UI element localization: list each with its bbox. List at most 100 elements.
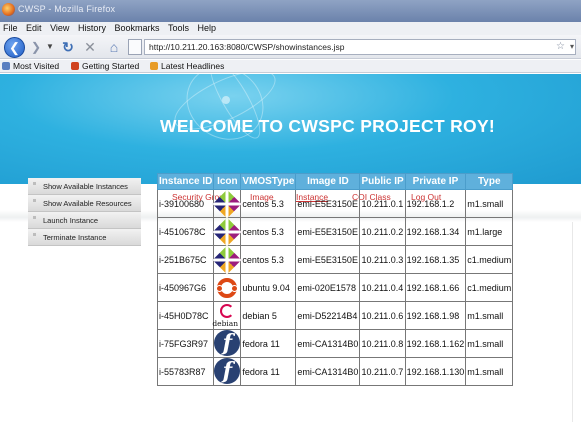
sidebar-item-show-available-resources[interactable]: Show Available Resources	[28, 195, 141, 212]
type-cell: c1.medium	[465, 273, 514, 302]
vmostype-cell: centos 5.3	[240, 217, 297, 246]
vmostype-cell: debian 5	[240, 301, 297, 330]
private-ip-cell: 192.168.1.130	[404, 357, 467, 386]
table-row: i-251B675C centos 5.3 emi-E5E3150E 10.211.0…	[156, 245, 514, 274]
table-row: i-450967G6 ubuntu 9.04 emi-020E1578 10.211.…	[156, 273, 514, 302]
debian-swirl	[220, 303, 235, 318]
menu-bar: File Edit View History Bookmarks Tools H…	[0, 22, 581, 35]
bookmark-most-visited[interactable]: Most Visited	[2, 61, 59, 72]
public-ip-cell: 10.211.0.6	[359, 301, 406, 330]
url-dropdown-icon[interactable]: ▾	[570, 40, 574, 54]
type-cell: m1.small	[465, 329, 514, 358]
home-icon[interactable]: ⌂	[106, 39, 122, 55]
type-cell: m1.small	[465, 357, 514, 386]
os-icon-cell	[212, 189, 242, 218]
os-icon-cell: debian	[212, 301, 242, 330]
public-ip-cell: 10.211.0.7	[359, 357, 406, 386]
public-ip-cell: 10.211.0.4	[359, 273, 406, 302]
menu-tools[interactable]: Tools	[168, 22, 189, 35]
centos-icon	[212, 217, 242, 246]
fedora-icon: f	[214, 358, 241, 384]
private-ip-cell: 192.168.1.35	[404, 245, 467, 274]
reload-icon[interactable]: ↻	[60, 39, 76, 55]
column-header-image-id: Image ID	[295, 173, 361, 190]
os-icon-cell	[213, 273, 242, 302]
os-icon-cell: f	[213, 357, 242, 386]
url-text: http://10.211.20.163:8080/CWSP/showinsta…	[149, 42, 345, 52]
sidebar-item-show-available-instances[interactable]: Show Available Instances	[28, 178, 141, 195]
column-header-icon: Icon	[213, 173, 242, 190]
instances-table: Instance ID Icon VMOSType Image ID Publi…	[156, 173, 514, 386]
bookmark-latest-headlines[interactable]: Latest Headlines	[150, 61, 224, 72]
getting-started-icon	[71, 62, 79, 70]
public-ip-cell: 10.211.0.2	[359, 217, 406, 246]
menu-view[interactable]: View	[50, 22, 69, 35]
sidebar-item-terminate-instance[interactable]: Terminate Instance	[28, 229, 141, 246]
most-visited-icon	[2, 62, 10, 70]
bookmarks-bar: Most Visited Getting Started Latest Head…	[0, 60, 581, 73]
url-bar[interactable]: http://10.211.20.163:8080/CWSP/showinsta…	[144, 39, 576, 55]
os-icon-cell	[212, 217, 242, 246]
instance-id-cell: i-450967G6	[156, 273, 215, 302]
instance-id-cell: i-39100680	[156, 189, 215, 218]
bookmark-getting-started[interactable]: Getting Started	[71, 61, 139, 72]
ubuntu-icon	[216, 277, 239, 298]
private-ip-cell: 192.168.1.66	[404, 273, 467, 302]
table-row: i-39100680 centos 5.3 emi-E5E3150E 10.211.0…	[156, 189, 514, 218]
instance-id-cell: i-55783R87	[156, 357, 215, 386]
back-button[interactable]: ❮	[4, 37, 25, 58]
public-ip-cell: 10.211.0.3	[359, 245, 406, 274]
private-ip-cell: 192.168.1.98	[404, 301, 467, 330]
rss-icon	[150, 62, 158, 70]
firefox-icon	[2, 3, 15, 16]
column-header-instance-id: Instance ID	[156, 173, 215, 190]
stop-icon[interactable]: ✕	[82, 39, 98, 55]
vmostype-cell: ubuntu 9.04	[240, 273, 297, 302]
menu-bookmarks[interactable]: Bookmarks	[114, 22, 159, 35]
type-cell: m1.large	[465, 217, 514, 246]
image-id-cell: emi-E5E3150E	[295, 217, 361, 246]
table-row: i-75FG3R97 f fedora 11 emi-CA1314B0 10.211.0…	[156, 329, 514, 358]
table-header-row: Instance ID Icon VMOSType Image ID Publi…	[156, 173, 514, 190]
atom-core	[222, 96, 230, 104]
instance-id-cell: i-4510678C	[156, 217, 215, 246]
image-id-cell: emi-E5E3150E	[295, 189, 361, 218]
column-header-public-ip: Public IP	[359, 173, 406, 190]
window-title: CWSP - Mozilla Firefox	[18, 4, 116, 14]
image-id-cell: emi-CA1314B0	[295, 357, 361, 386]
sidebar-menu: Show Available Instances Show Available …	[28, 178, 141, 246]
type-cell: m1.small	[465, 301, 514, 330]
page-icon	[128, 39, 142, 55]
banner-title: WELCOME TO CWSPC PROJECT ROY!	[160, 116, 496, 136]
sidebar-item-launch-instance[interactable]: Launch Instance	[28, 212, 141, 229]
type-cell: c1.medium	[465, 245, 514, 274]
image-id-cell: emi-CA1314B0	[295, 329, 361, 358]
menu-history[interactable]: History	[78, 22, 106, 35]
type-cell: m1.small	[465, 189, 514, 218]
content-edge	[572, 222, 573, 422]
window-titlebar: CWSP - Mozilla Firefox	[0, 0, 581, 22]
instance-id-cell: i-45H0D78C	[156, 301, 215, 330]
navigation-toolbar: ❮ ❯ ▼ ↻ ✕ ⌂ http://10.211.20.163:8080/CW…	[0, 35, 581, 59]
table-row: i-55783R87 f fedora 11 emi-CA1314B0 10.211.0…	[156, 357, 514, 386]
os-icon-cell: f	[213, 329, 242, 358]
image-id-cell: emi-E5E3150E	[295, 245, 361, 274]
debian-logo-label: debian	[212, 318, 239, 328]
vmostype-cell: centos 5.3	[240, 245, 297, 274]
column-header-type: Type	[465, 173, 514, 190]
menu-help[interactable]: Help	[198, 22, 217, 35]
history-dropdown-icon[interactable]: ▼	[45, 39, 55, 55]
image-id-cell: emi-020E1578	[295, 273, 361, 302]
private-ip-cell: 192.168.1.34	[404, 217, 467, 246]
menu-edit[interactable]: Edit	[26, 22, 42, 35]
private-ip-cell: 192.168.1.162	[404, 329, 467, 358]
column-header-private-ip: Private IP	[404, 173, 467, 190]
instance-id-cell: i-75FG3R97	[156, 329, 215, 358]
table-row: i-4510678C centos 5.3 emi-E5E3150E 10.211.0…	[156, 217, 514, 246]
image-id-cell: emi-D52214B4	[295, 301, 361, 330]
debian-icon: debian	[212, 303, 239, 328]
forward-button[interactable]: ❯	[26, 39, 46, 55]
menu-file[interactable]: File	[3, 22, 18, 35]
bookmark-star-icon[interactable]: ☆	[556, 40, 565, 54]
centos-icon	[212, 189, 242, 218]
